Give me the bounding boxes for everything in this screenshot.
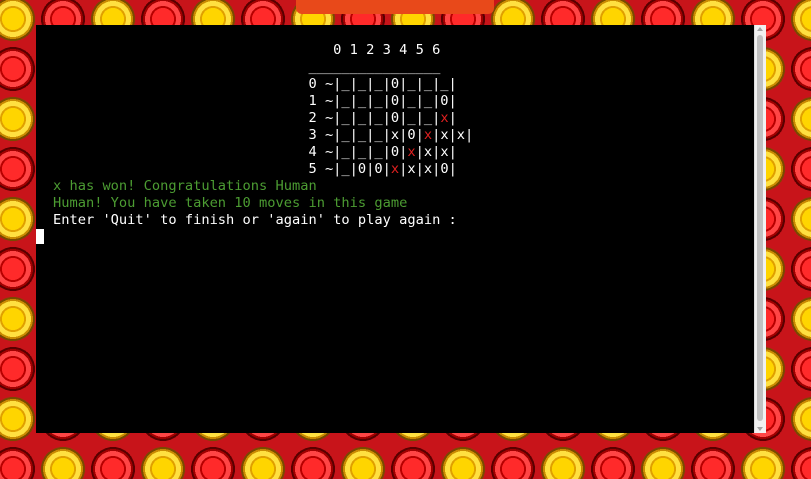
scrollbar-thumb[interactable] (757, 35, 763, 421)
board-row-1: 1 ~|_|_|_|0|_|_|0| (53, 93, 457, 109)
winning-piece: x (407, 144, 416, 160)
board-row-5: 5 ~|_|0|0|x|x|x|0| (53, 161, 457, 177)
scroll-up-arrow-icon[interactable] (757, 27, 763, 31)
board-column-header: 0 1 2 3 4 5 6 (53, 42, 441, 58)
board-row-0: 0 ~|_|_|_|0|_|_|_| (53, 76, 457, 92)
terminal-output: 0 1 2 3 4 5 6 ________________ 0 ~|_|_|_… (53, 42, 473, 229)
board-separator: ________________ (53, 59, 441, 75)
win-message: x has won! Congratulations Human (53, 178, 317, 194)
input-prompt: Enter 'Quit' to finish or 'again' to pla… (53, 212, 457, 228)
winning-piece: x (390, 161, 400, 177)
board-row-2: 2 ~|_|_|_|0|_|_|x| (53, 110, 457, 126)
run-program-button[interactable] (296, 0, 494, 14)
terminal-window[interactable]: 0 1 2 3 4 5 6 ________________ 0 ~|_|_|_… (36, 25, 754, 433)
board-row-4: 4 ~|_|_|_|0|x|x|x| (53, 144, 457, 160)
terminal-scrollbar[interactable] (754, 25, 766, 433)
game-board: 0 ~|_|_|_|0|_|_|_| 1 ~|_|_|_|0|_|_|0| 2 … (53, 76, 473, 178)
winning-piece: x (440, 110, 449, 126)
moves-message: Human! You have taken 10 moves in this g… (53, 195, 408, 211)
terminal-cursor[interactable] (36, 229, 44, 244)
winning-piece: x (423, 127, 433, 143)
scroll-down-arrow-icon[interactable] (757, 427, 763, 431)
board-row-3: 3 ~|_|_|_|x|0|x|x|x| (53, 127, 474, 143)
